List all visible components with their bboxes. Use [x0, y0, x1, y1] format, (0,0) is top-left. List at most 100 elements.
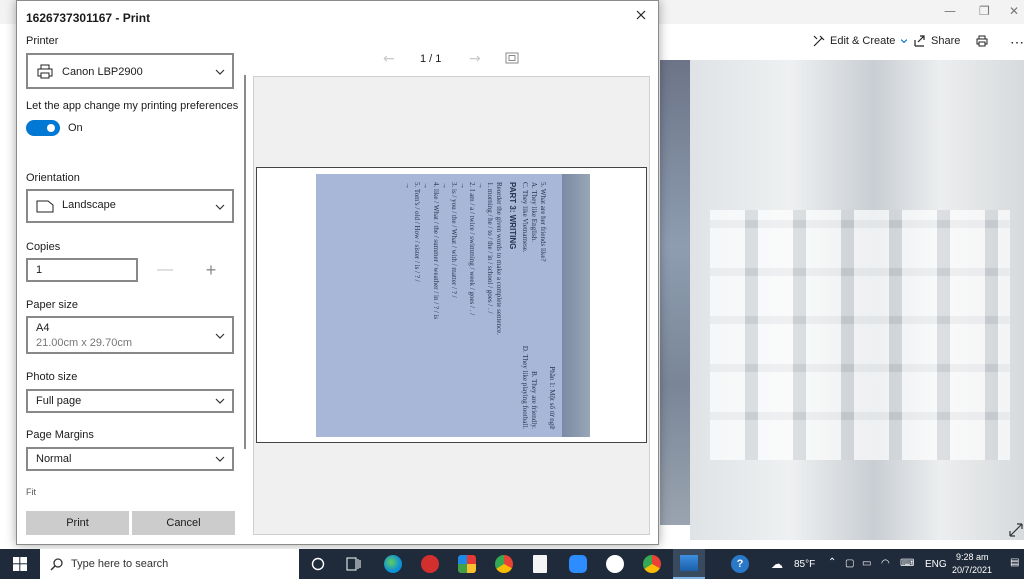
- print-button[interactable]: Print: [26, 511, 129, 535]
- edit-create-button[interactable]: Edit & Create: [812, 34, 909, 48]
- printer-label: Printer: [26, 35, 59, 47]
- tray-overflow-icon[interactable]: ⌃: [828, 557, 836, 568]
- photo-app-icon[interactable]: [458, 555, 476, 573]
- next-page-icon[interactable]: →: [469, 51, 481, 67]
- battery-icon[interactable]: ▭: [862, 558, 871, 569]
- print-dialog: 1626737301167 - Print Printer Canon LBP2…: [16, 0, 659, 545]
- pref-label: Let the app change my printing preferenc…: [26, 100, 239, 112]
- language-indicator[interactable]: ENG: [925, 559, 947, 570]
- share-button[interactable]: Share: [913, 34, 960, 48]
- preview-page: Phần 1: Một số từ ngữ 5. What are her fr…: [256, 167, 647, 443]
- share-icon: [914, 35, 925, 47]
- wifi-icon[interactable]: ◠: [881, 558, 890, 569]
- worksheet-q5: 5. What are her friends like?: [538, 182, 547, 262]
- app-tray-icon[interactable]: ▢: [845, 558, 854, 569]
- worksheet-header: Phần 1: Một số từ ngữ: [548, 366, 556, 429]
- settings-scrollbar[interactable]: [244, 75, 246, 449]
- expand-icon[interactable]: [1008, 522, 1024, 538]
- photo-size-select[interactable]: Full page: [26, 389, 234, 413]
- worksheet-s3: 3. is / you / the / What / with / matter…: [449, 182, 458, 298]
- app-icon[interactable]: [606, 555, 624, 573]
- fit-to-window-icon[interactable]: [505, 52, 519, 64]
- edit-icon: [813, 35, 825, 47]
- dialog-title: 1626737301167 - Print: [26, 11, 151, 25]
- taskbar: Type here to search ? ☁ 85°F ⌃ ▢ ▭ ◠ ⌨ E…: [0, 549, 1024, 579]
- orientation-value: Landscape: [62, 199, 116, 211]
- windows-start-icon[interactable]: [13, 557, 27, 571]
- photo-size-label: Photo size: [26, 371, 78, 383]
- worksheet-arrow: →: [422, 182, 431, 189]
- photo-size-value: Full page: [36, 395, 82, 407]
- worksheet-part-title: PART 3: WRITING: [507, 182, 517, 250]
- worksheet-arrow: →: [477, 182, 486, 189]
- zoom-icon[interactable]: [569, 555, 587, 573]
- chevron-down-icon: [215, 456, 225, 462]
- edit-create-label: Edit & Create: [830, 35, 896, 47]
- chevron-down-icon: [215, 204, 225, 210]
- chevron-down-icon: [901, 39, 908, 44]
- copies-input[interactable]: 1: [26, 258, 138, 282]
- printer-select[interactable]: Canon LBP2900: [26, 53, 234, 89]
- opera-icon[interactable]: [421, 555, 439, 573]
- scanned-worksheet-image: Phần 1: Một số từ ngữ 5. What are her fr…: [316, 174, 590, 437]
- worksheet-q5c: C. They like Vietnamese.: [520, 182, 529, 253]
- weather-temp[interactable]: 85°F: [794, 559, 815, 570]
- page-margins-label: Page Margins: [26, 429, 94, 441]
- chrome-icon[interactable]: [495, 555, 513, 573]
- more-options-icon[interactable]: ⋯: [1010, 34, 1024, 51]
- paper-size-select[interactable]: A4 21.00cm x 29.70cm: [26, 316, 234, 354]
- photos-icon: [680, 555, 698, 571]
- paper-size-label: Paper size: [26, 299, 78, 311]
- close-window-icon[interactable]: ✕: [1009, 4, 1019, 18]
- print-settings-pane: Printer Canon LBP2900 Let the app change…: [17, 31, 247, 496]
- task-view-icon[interactable]: [346, 557, 362, 571]
- chrome-profile-icon[interactable]: [643, 555, 661, 573]
- worksheet-text: Phần 1: Một số từ ngữ 5. What are her fr…: [316, 174, 562, 437]
- notification-icon[interactable]: ▤: [1010, 557, 1019, 568]
- copies-label: Copies: [26, 241, 61, 253]
- cortana-icon[interactable]: [311, 557, 325, 571]
- orientation-label: Orientation: [26, 172, 80, 184]
- copies-decrement-button[interactable]: —: [157, 260, 173, 280]
- clock-time[interactable]: 9:28 am: [956, 552, 989, 562]
- copies-increment-button[interactable]: +: [203, 260, 219, 280]
- worksheet-s5: 5. Tom's / old / How / sister / is / ? /: [413, 182, 422, 282]
- worksheet-s1: 1. morning / he / to / the / in / school…: [486, 182, 495, 314]
- search-placeholder: Type here to search: [71, 558, 169, 570]
- print-toolbar-button[interactable]: [975, 34, 989, 48]
- page-margins-select[interactable]: Normal: [26, 447, 234, 471]
- photos-taskbar-button[interactable]: [673, 549, 705, 579]
- share-label: Share: [931, 35, 961, 47]
- help-icon[interactable]: ?: [731, 555, 749, 573]
- orientation-select[interactable]: Landscape: [26, 189, 234, 223]
- worksheet-q5b: B. They are friendly.: [529, 371, 538, 429]
- worksheet-arrow: →: [404, 182, 413, 189]
- chevron-down-icon: [215, 333, 225, 339]
- weather-cloud-icon[interactable]: ☁: [771, 557, 783, 571]
- chevron-down-icon: [215, 69, 225, 75]
- minimize-icon[interactable]: —: [944, 4, 956, 18]
- worksheet-q5a: A. They like English.: [529, 182, 538, 242]
- restore-icon[interactable]: ❐: [979, 4, 990, 18]
- clock-date[interactable]: 20/7/2021: [952, 565, 992, 575]
- worksheet-s4: 4. like / What / the / summer / weather …: [431, 182, 440, 320]
- prev-page-icon[interactable]: ←: [383, 51, 395, 67]
- scan-shadow-strip: [562, 174, 590, 437]
- printer-icon: [37, 64, 53, 79]
- search-icon: [50, 558, 63, 571]
- fit-label-partial: Fit: [26, 487, 36, 496]
- taskbar-search-box[interactable]: Type here to search: [40, 549, 299, 579]
- photo-image: [690, 60, 1024, 540]
- printer-value: Canon LBP2900: [62, 66, 143, 78]
- page-counter: 1 / 1: [420, 53, 442, 65]
- worksheet-instruction: Reorder the given words to make a comple…: [495, 182, 504, 335]
- worksheet-arrow: →: [440, 182, 449, 189]
- photo-edge: [660, 60, 690, 525]
- worksheet-q5d: D. They like playing football.: [520, 345, 529, 429]
- keyboard-icon[interactable]: ⌨: [900, 558, 914, 569]
- cancel-button[interactable]: Cancel: [132, 511, 235, 535]
- close-dialog-button[interactable]: [631, 5, 651, 25]
- pref-toggle-switch[interactable]: [26, 120, 60, 136]
- file-icon[interactable]: [533, 555, 547, 573]
- edge-browser-icon[interactable]: [384, 555, 402, 573]
